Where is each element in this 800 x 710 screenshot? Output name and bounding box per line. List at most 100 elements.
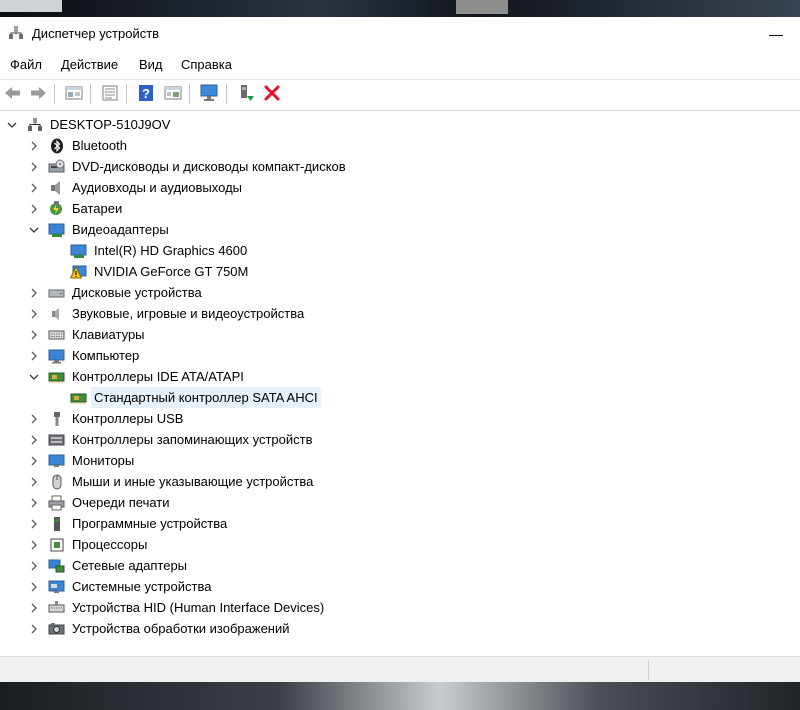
scan-hardware-button[interactable]: [198, 83, 220, 105]
keyboard-icon: [48, 326, 65, 343]
tree-item-category[interactable]: Видеоадаптеры: [0, 219, 800, 240]
tree-item-category[interactable]: Сетевые адаптеры: [0, 555, 800, 576]
usb-icon: [48, 410, 65, 427]
status-bar-divider: [648, 660, 649, 680]
expand-chevron-icon[interactable]: [27, 202, 41, 216]
tree-item-category[interactable]: Устройства обработки изображений: [0, 618, 800, 639]
toolbar-separator: [54, 84, 55, 104]
forward-icon: [29, 85, 47, 104]
collapse-chevron-icon[interactable]: [27, 223, 41, 237]
tree-item-category[interactable]: Клавиатуры: [0, 324, 800, 345]
expand-chevron-icon[interactable]: [27, 622, 41, 636]
remove-device-icon: [263, 84, 281, 105]
tree-item-category[interactable]: Мониторы: [0, 450, 800, 471]
menu-action[interactable]: Действие: [61, 57, 118, 72]
tree-item-label: Клавиатуры: [72, 327, 145, 342]
tree-item-category[interactable]: Процессоры: [0, 534, 800, 555]
collapse-chevron-icon[interactable]: [27, 370, 41, 384]
expand-chevron-icon[interactable]: [27, 475, 41, 489]
expand-chevron-icon[interactable]: [27, 160, 41, 174]
expand-chevron-icon[interactable]: [27, 181, 41, 195]
tree-item-category[interactable]: Контроллеры запоминающих устройств: [0, 429, 800, 450]
taskbar-thumbnail: [0, 0, 62, 12]
expand-chevron-icon[interactable]: [27, 349, 41, 363]
expand-chevron-icon[interactable]: [27, 496, 41, 510]
display-adapter-icon: [70, 242, 87, 259]
resources-button[interactable]: [162, 83, 184, 105]
tree-item-label: Дисковые устройства: [72, 285, 202, 300]
help-button[interactable]: ?: [135, 83, 157, 105]
minimize-button[interactable]: —: [752, 17, 800, 51]
enable-device-button[interactable]: [235, 83, 257, 105]
dvd-drive-icon: [48, 158, 65, 175]
hid-icon: [48, 599, 65, 616]
tree-item-category[interactable]: Батареи: [0, 198, 800, 219]
title-bar: Диспетчер устройств —: [0, 17, 800, 51]
device-manager-icon: [8, 25, 24, 41]
tree-item-category[interactable]: Контроллеры USB: [0, 408, 800, 429]
tree-item-label: Звуковые, игровые и видеоустройства: [72, 306, 305, 321]
monitor-icon: [48, 452, 65, 469]
tree-item-label: Компьютер: [72, 348, 140, 363]
software-device-icon: [48, 515, 65, 532]
tree-item-category[interactable]: Компьютер: [0, 345, 800, 366]
expand-chevron-icon[interactable]: [27, 307, 41, 321]
expand-chevron-icon[interactable]: [27, 580, 41, 594]
back-button[interactable]: [2, 83, 24, 105]
tree-item-category[interactable]: DVD-дисководы и дисководы компакт-дисков: [0, 156, 800, 177]
collapse-chevron-icon[interactable]: [5, 118, 19, 132]
toolbar-separator: [189, 84, 190, 104]
menu-view[interactable]: Вид: [139, 57, 163, 72]
expand-chevron-icon[interactable]: [27, 517, 41, 531]
tree-item-category[interactable]: Мыши и иные указывающие устройства: [0, 471, 800, 492]
tree-item-category[interactable]: Устройства HID (Human Interface Devices): [0, 597, 800, 618]
tree-item-category[interactable]: Дисковые устройства: [0, 282, 800, 303]
tree-item-label: DESKTOP-510J9OV: [50, 117, 171, 132]
display-adapter-icon: [48, 221, 65, 238]
menu-file[interactable]: Файл: [10, 57, 42, 72]
computer-root-icon: [26, 116, 43, 133]
forward-button[interactable]: [27, 83, 49, 105]
expand-chevron-icon[interactable]: [27, 538, 41, 552]
tree-item-label: Мыши и иные указывающие устройства: [72, 474, 314, 489]
expand-chevron-icon[interactable]: [27, 328, 41, 342]
expand-chevron-icon[interactable]: [27, 601, 41, 615]
svg-text:?: ?: [142, 86, 150, 101]
network-adapter-icon: [48, 557, 65, 574]
list-view-button[interactable]: [99, 83, 121, 105]
properties-button[interactable]: [63, 83, 85, 105]
tree-item-label: Системные устройства: [72, 579, 212, 594]
tree-item-category[interactable]: Контроллеры IDE ATA/ATAPI: [0, 366, 800, 387]
expand-chevron-icon[interactable]: [27, 433, 41, 447]
toolbar-divider: [0, 110, 800, 111]
menu-help[interactable]: Справка: [181, 57, 232, 72]
expand-chevron-icon[interactable]: [27, 139, 41, 153]
help-icon: ?: [137, 84, 155, 105]
tree-item-device[interactable]: Стандартный контроллер SATA AHCI: [0, 387, 800, 408]
resources-icon: [164, 85, 182, 104]
remove-device-button[interactable]: [261, 83, 283, 105]
tree-item-device[interactable]: NVIDIA GeForce GT 750M: [0, 261, 800, 282]
tree-item-category[interactable]: Bluetooth: [0, 135, 800, 156]
desktop-background-top: [0, 0, 800, 17]
tree-root-computer[interactable]: DESKTOP-510J9OV: [0, 114, 800, 135]
tree-item-category[interactable]: Системные устройства: [0, 576, 800, 597]
tree-item-label: Видеоадаптеры: [72, 222, 169, 237]
tree-item-device[interactable]: Intel(R) HD Graphics 4600: [0, 240, 800, 261]
tree-item-category[interactable]: Программные устройства: [0, 513, 800, 534]
expand-chevron-icon[interactable]: [27, 559, 41, 573]
tree-item-label: Intel(R) HD Graphics 4600: [94, 243, 248, 258]
expand-chevron-icon[interactable]: [27, 286, 41, 300]
tree-item-label: DVD-дисководы и дисководы компакт-дисков: [72, 159, 346, 174]
tree-item-label: Устройства обработки изображений: [72, 621, 290, 636]
expand-chevron-icon[interactable]: [27, 412, 41, 426]
expand-chevron-icon[interactable]: [27, 454, 41, 468]
tree-item-category[interactable]: Звуковые, игровые и видеоустройства: [0, 303, 800, 324]
bluetooth-icon: [48, 137, 65, 154]
tree-item-category[interactable]: Аудиовходы и аудиовыходы: [0, 177, 800, 198]
tree-item-category[interactable]: Очереди печати: [0, 492, 800, 513]
speaker-icon: [48, 305, 65, 322]
window-title: Диспетчер устройств: [32, 26, 160, 41]
mouse-icon: [48, 473, 65, 490]
tree-item-label: Контроллеры IDE ATA/ATAPI: [72, 369, 244, 384]
